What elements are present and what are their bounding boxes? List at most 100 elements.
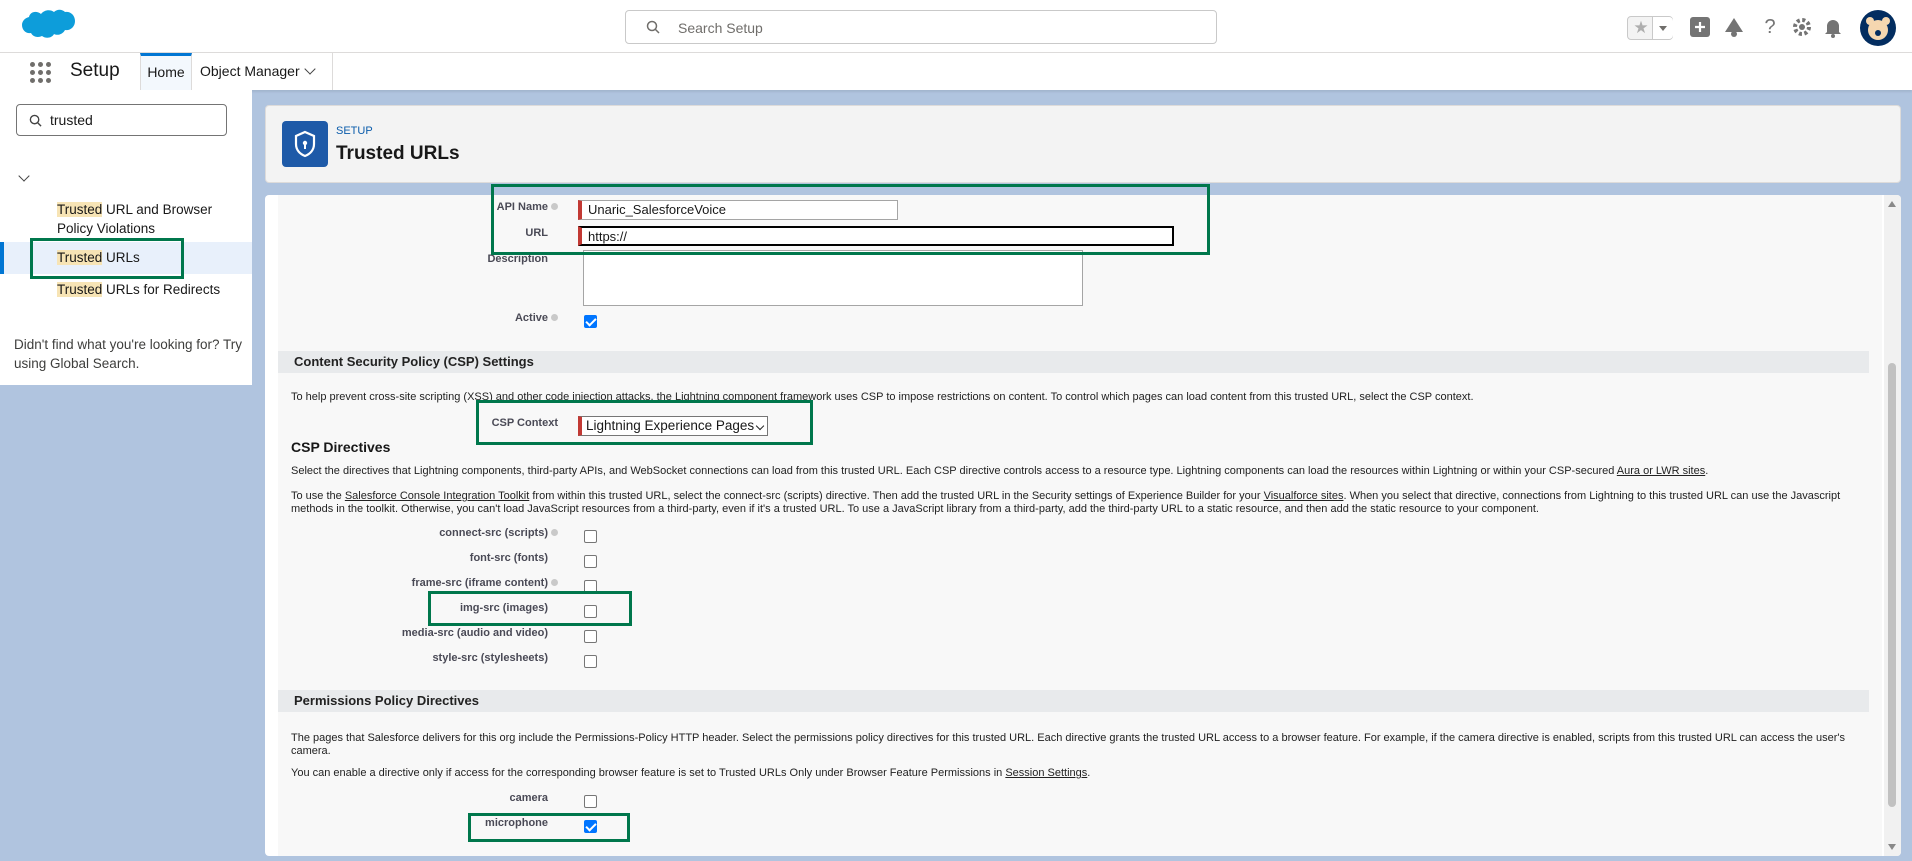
avatar-icon[interactable] bbox=[1860, 10, 1896, 46]
info-icon[interactable] bbox=[551, 203, 558, 210]
salesforce-logo[interactable] bbox=[16, 8, 78, 48]
page-title: Trusted URLs bbox=[336, 143, 460, 164]
tab-object-manager-label: Object Manager bbox=[200, 63, 300, 79]
api-name-label: API Name bbox=[278, 201, 558, 213]
trusted-url-form: API Name Unaric_SalesforceVoice URL http… bbox=[278, 195, 1882, 856]
directive-connect-src-label: connect-src (scripts) bbox=[278, 527, 558, 539]
info-icon[interactable] bbox=[551, 529, 558, 536]
description-textarea[interactable] bbox=[583, 250, 1083, 306]
user-avatar-bear-icon bbox=[1866, 17, 1890, 40]
visualforce-sites-link[interactable]: Visualforce sites bbox=[1264, 490, 1344, 502]
shield-icon bbox=[282, 121, 328, 167]
search-placeholder: Search Setup bbox=[678, 20, 763, 36]
scrollbar-thumb[interactable] bbox=[1888, 363, 1896, 807]
favorites-dropdown-icon[interactable] bbox=[1652, 17, 1673, 39]
sidebar-item-browser-policy-violations[interactable]: Trusted URL and Browser Policy Violation… bbox=[57, 200, 247, 238]
sidebar-item-label: URLs for Redirects bbox=[102, 282, 221, 297]
add-icon[interactable] bbox=[1687, 14, 1713, 40]
gear-icon[interactable] bbox=[1789, 14, 1815, 40]
text-run: To use the bbox=[291, 490, 345, 502]
page-header: SETUP Trusted URLs bbox=[265, 105, 1901, 183]
directive-media-src-checkbox[interactable] bbox=[584, 630, 597, 643]
quick-find-value: trusted bbox=[50, 112, 93, 128]
perm-camera-checkbox[interactable] bbox=[584, 795, 597, 808]
text-run: . bbox=[1087, 767, 1091, 779]
directive-label-text: connect-src (scripts) bbox=[439, 527, 548, 539]
favorites-star-icon[interactable]: ★ bbox=[1631, 18, 1651, 38]
csp-directives-title: CSP Directives bbox=[291, 439, 391, 455]
vertical-scrollbar[interactable] bbox=[1884, 195, 1901, 856]
text-run: . bbox=[1705, 465, 1709, 477]
search-highlight: Trusted bbox=[57, 250, 103, 265]
csp-context-label: CSP Context bbox=[491, 417, 558, 429]
active-checkbox[interactable] bbox=[584, 315, 597, 328]
app-launcher-icon[interactable] bbox=[30, 62, 52, 84]
directive-media-src-label: media-src (audio and video) bbox=[401, 627, 548, 639]
quick-find-input[interactable]: trusted bbox=[16, 104, 227, 136]
search-icon bbox=[646, 20, 660, 34]
sidebar-item-label: URLs bbox=[102, 250, 140, 265]
chevron-down-icon[interactable] bbox=[18, 170, 30, 182]
csp-context-select[interactable]: Lightning Experience Pages bbox=[578, 416, 768, 436]
global-header: Search Setup ★ ? bbox=[0, 0, 1912, 53]
sidebar-item-trusted-urls[interactable]: Trusted URLs bbox=[57, 248, 247, 267]
url-input[interactable]: https:// bbox=[578, 226, 1174, 246]
session-settings-link[interactable]: Session Settings bbox=[1005, 767, 1087, 779]
search-highlight: Trusted bbox=[57, 202, 103, 217]
tab-home[interactable]: Home bbox=[140, 53, 192, 90]
setup-sidebar: trusted Security Trusted URL and Browser… bbox=[0, 90, 320, 385]
active-label: Active bbox=[278, 312, 558, 324]
page-eyebrow: SETUP bbox=[336, 125, 373, 137]
directive-font-src-checkbox[interactable] bbox=[584, 555, 597, 568]
directive-img-src-checkbox[interactable] bbox=[584, 605, 597, 618]
search-icon bbox=[29, 114, 42, 127]
directive-font-src-label: font-src (fonts) bbox=[469, 552, 548, 564]
info-icon[interactable] bbox=[551, 579, 558, 586]
info-icon[interactable] bbox=[551, 314, 558, 321]
trailhead-icon[interactable] bbox=[1721, 14, 1747, 40]
api-name-label-text: API Name bbox=[496, 201, 548, 213]
csp-section-header: Content Security Policy (CSP) Settings bbox=[278, 351, 1869, 373]
tab-home-label: Home bbox=[147, 64, 185, 80]
favorites-control[interactable]: ★ bbox=[1627, 16, 1673, 40]
directive-frame-src-checkbox[interactable] bbox=[584, 580, 597, 593]
csp-directives-text-2: To use the Salesforce Console Integratio… bbox=[291, 490, 1851, 516]
search-setup-input[interactable]: Search Setup bbox=[625, 10, 1217, 44]
text-run: Select the directives that Lightning com… bbox=[291, 465, 1617, 477]
scroll-up-icon[interactable] bbox=[1888, 201, 1896, 207]
scroll-down-icon[interactable] bbox=[1888, 844, 1896, 850]
search-highlight: Trusted bbox=[57, 282, 103, 297]
app-name: Setup bbox=[70, 60, 120, 81]
directive-style-src-checkbox[interactable] bbox=[584, 655, 597, 668]
help-icon[interactable]: ? bbox=[1757, 14, 1783, 40]
perm-camera-label: camera bbox=[509, 792, 548, 804]
bell-icon[interactable] bbox=[1820, 14, 1846, 40]
active-label-text: Active bbox=[514, 312, 548, 324]
description-label: Description bbox=[487, 253, 548, 265]
url-label: URL bbox=[525, 227, 548, 239]
csp-context-value: Lightning Experience Pages bbox=[586, 418, 755, 433]
directive-style-src-label: style-src (stylesheets) bbox=[432, 652, 548, 664]
console-integration-toolkit-link[interactable]: Salesforce Console Integration Toolkit bbox=[345, 490, 529, 502]
directive-img-src-label: img-src (images) bbox=[459, 602, 548, 614]
directive-frame-src-label: frame-src (iframe content) bbox=[278, 577, 558, 589]
tab-object-manager[interactable]: Object Manager bbox=[192, 53, 333, 90]
sidebar-footer-text: Didn't find what you're looking for? Try… bbox=[14, 337, 243, 371]
perm-microphone-checkbox[interactable] bbox=[584, 820, 597, 833]
permissions-note-text: You can enable a directive only if acces… bbox=[291, 767, 1861, 780]
api-name-input[interactable]: Unaric_SalesforceVoice bbox=[578, 200, 898, 220]
chevron-down-icon bbox=[755, 421, 765, 431]
csp-directives-text-1: Select the directives that Lightning com… bbox=[291, 465, 1871, 478]
permissions-intro-text: The pages that Salesforce delivers for t… bbox=[291, 732, 1845, 757]
text-run: from within this trusted URL, select the… bbox=[529, 490, 1264, 502]
text-run: You can enable a directive only if acces… bbox=[291, 767, 1006, 779]
aura-lwr-sites-link[interactable]: Aura or LWR sites bbox=[1617, 465, 1705, 477]
sidebar-item-trusted-urls-redirects[interactable]: Trusted URLs for Redirects bbox=[57, 280, 247, 299]
chevron-down-icon[interactable] bbox=[304, 63, 316, 75]
directive-connect-src-checkbox[interactable] bbox=[584, 530, 597, 543]
perm-microphone-label: microphone bbox=[485, 817, 548, 829]
csp-intro-text: To help prevent cross-site scripting (XS… bbox=[291, 391, 1474, 403]
directive-label-text: frame-src (iframe content) bbox=[411, 577, 548, 589]
context-nav-bar: Setup Home Object Manager bbox=[0, 53, 1912, 90]
permissions-section-header: Permissions Policy Directives bbox=[278, 690, 1869, 712]
